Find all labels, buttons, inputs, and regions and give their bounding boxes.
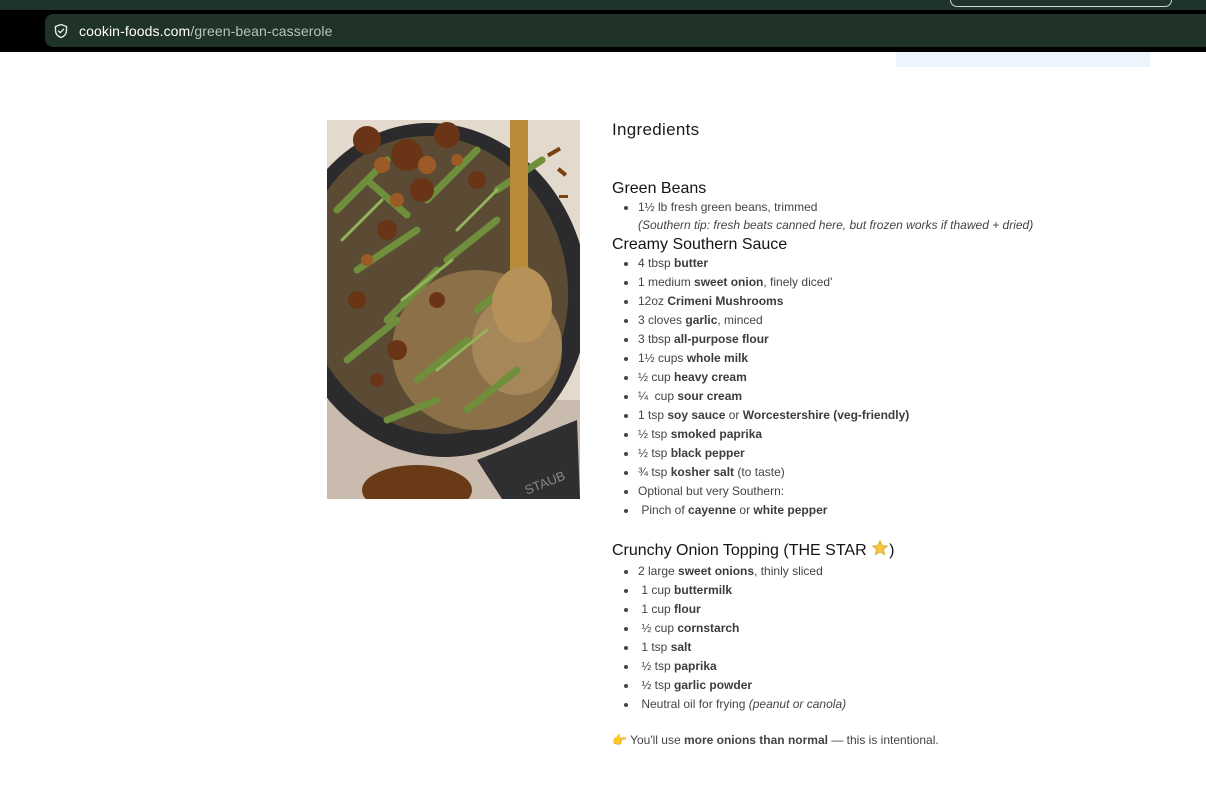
url-text[interactable]: cookin-foods.com/green-bean-casserole xyxy=(79,23,333,39)
star-icon xyxy=(871,539,889,562)
list-item: 3 cloves garlic, minced xyxy=(638,311,1172,330)
list-item: ¼ cup sour cream xyxy=(638,387,1172,406)
green-beans-list: 1½ lb fresh green beans, trimmed xyxy=(612,198,1172,217)
section-title-sauce: Creamy Southern Sauce xyxy=(612,236,788,253)
sauce-list: 4 tbsp butter 1 medium sweet onion, fine… xyxy=(612,254,1172,520)
list-item: 1 medium sweet onion, finely diced' xyxy=(638,273,1172,292)
url-path: /green-bean-casserole xyxy=(190,22,333,39)
list-item: Pinch of cayenne or white pepper xyxy=(638,501,1172,520)
section-title-green-beans: Green Beans xyxy=(612,180,707,197)
list-item: ½ tsp garlic powder xyxy=(638,676,1172,695)
list-item: 12oz Crimeni Mushrooms xyxy=(638,292,1172,311)
page-header-panel xyxy=(896,52,1150,67)
address-bar[interactable]: cookin-foods.com/green-bean-casserole xyxy=(45,14,1206,47)
browser-top-strip xyxy=(0,0,1206,10)
southern-tip: (Southern tip: fresh beats canned here, … xyxy=(638,218,1034,232)
list-item: ½ cup cornstarch xyxy=(638,619,1172,638)
url-host: cookin-foods.com xyxy=(79,22,191,39)
list-item: 1 tsp soy sauce or Worcestershire (veg-f… xyxy=(638,406,1172,425)
onion-note: 👉 You'll use more onions than normal — t… xyxy=(612,733,939,747)
shield-icon[interactable] xyxy=(53,23,69,39)
list-item: 1 tsp salt xyxy=(638,638,1172,657)
list-item: ½ tsp smoked paprika xyxy=(638,425,1172,444)
section-title-topping: Crunchy Onion Topping (THE STAR ) xyxy=(612,539,1172,562)
recipe-photo: STAUB xyxy=(327,120,580,499)
list-item: 1½ lb fresh green beans, trimmed xyxy=(638,198,1172,217)
ingredients-section: Ingredients Green Beans 1½ lb fresh gree… xyxy=(612,120,1172,749)
list-item: 1 cup flour xyxy=(638,600,1172,619)
list-item: ½ cup heavy cream xyxy=(638,368,1172,387)
list-item: 1 cup buttermilk xyxy=(638,581,1172,600)
list-item: 3 tbsp all-purpose flour xyxy=(638,330,1172,349)
list-item: ½ tsp paprika xyxy=(638,657,1172,676)
tab-search-field[interactable] xyxy=(950,0,1172,7)
list-item: Neutral oil for frying (peanut or canola… xyxy=(638,695,1172,714)
list-item: 1½ cups whole milk xyxy=(638,349,1172,368)
ingredients-heading: Ingredients xyxy=(612,120,700,139)
list-item: Optional but very Southern: xyxy=(638,482,1172,501)
topping-list: 2 large sweet onions, thinly sliced 1 cu… xyxy=(612,562,1172,714)
pointing-hand-icon: 👉 xyxy=(612,733,627,747)
list-item: 2 large sweet onions, thinly sliced xyxy=(638,562,1172,581)
list-item: 4 tbsp butter xyxy=(638,254,1172,273)
list-item: ½ tsp black pepper xyxy=(638,444,1172,463)
list-item: ¾ tsp kosher salt (to taste) xyxy=(638,463,1172,482)
